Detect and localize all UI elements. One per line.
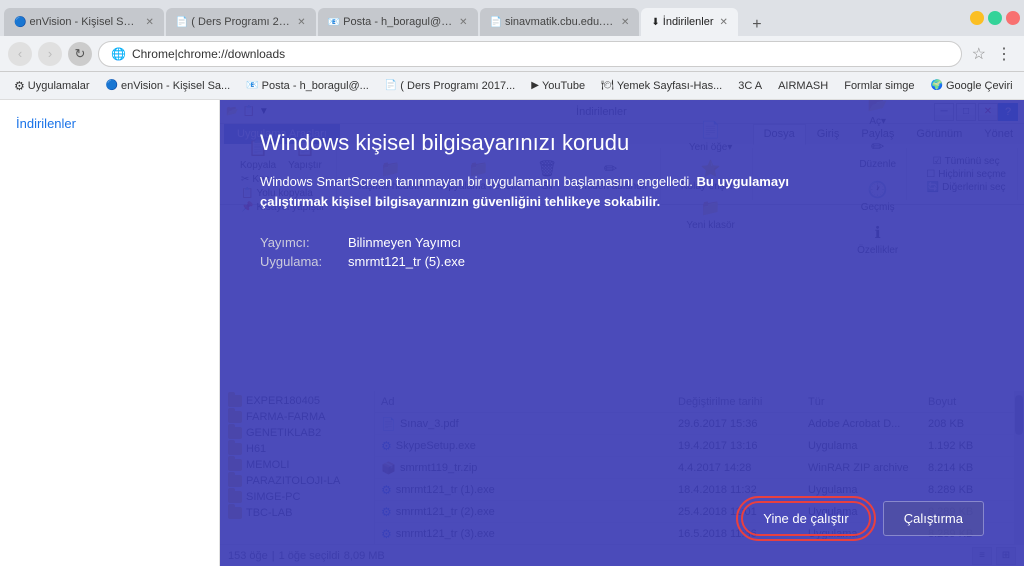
tab-indirilenler[interactable]: ⬇ İndirilenler ✕	[641, 8, 738, 36]
chrome-icon: 🌐	[111, 47, 126, 61]
tab-ders[interactable]: 📄 ( Ders Programı 2017-201... ✕	[166, 8, 316, 36]
bookmark-envision[interactable]: 🔵 enVision - Kişisel Sa...	[100, 78, 237, 94]
new-tab-button[interactable]: +	[744, 14, 770, 36]
downloads-title: İndirilenler	[0, 116, 219, 147]
publisher-row: Yayımcı: Bilinmeyen Yayımcı	[260, 235, 984, 250]
smartscreen-description: Windows SmartScreen tanınmayan bir uygul…	[260, 172, 840, 211]
bookmarks-bar: ⚙ Uygulamalar 🔵 enVision - Kişisel Sa...…	[0, 72, 1024, 100]
address-scheme: Chrome	[132, 47, 175, 61]
downloads-sidebar: İndirilenler	[0, 100, 220, 566]
dont-run-button[interactable]: Çalıştırma	[883, 501, 984, 536]
forward-button[interactable]: ›	[38, 42, 62, 66]
tab-sinavmatik[interactable]: 📄 sinavmatik.cbu.edu.tr/sin... ✕	[480, 8, 640, 36]
smartscreen-buttons: Yine de çalıştır Çalıştırma	[260, 501, 984, 536]
maximize-button[interactable]	[988, 11, 1002, 25]
tab-close-ders[interactable]: ✕	[297, 17, 305, 28]
run-anyway-button[interactable]: Yine de çalıştır	[741, 501, 871, 536]
publisher-label: Yayımcı:	[260, 235, 340, 250]
smartscreen-info: Yayımcı: Bilinmeyen Yayımcı Uygulama: sm…	[260, 235, 984, 273]
bookmark-apps[interactable]: ⚙ Uygulamalar	[8, 77, 96, 95]
address-path: chrome://downloads	[178, 47, 285, 61]
smartscreen-title: Windows kişisel bilgisayarınızı korudu	[260, 130, 984, 156]
app-value: smrmt121_tr (5).exe	[348, 254, 465, 269]
bookmark-star[interactable]: ☆	[972, 44, 986, 64]
page-content: İndirilenler 📂 📋 ▼ İndirilenler ─ □ ✕ ?	[0, 100, 1024, 566]
publisher-value: Bilinmeyen Yayımcı	[348, 235, 461, 250]
tab-close-indirilenler[interactable]: ✕	[720, 17, 728, 28]
address-input[interactable]: 🌐 Chrome | chrome://downloads	[98, 41, 962, 67]
bookmark-airmash[interactable]: AIRMASH	[772, 78, 834, 94]
browser-frame: 🔵 enVision - Kişisel Sayfam ✕ 📄 ( Ders P…	[0, 0, 1024, 566]
bookmark-ders[interactable]: 📄 ( Ders Programı 2017...	[379, 78, 521, 94]
address-bar: ‹ › ↻ 🌐 Chrome | chrome://downloads ☆ ⋮	[0, 36, 1024, 72]
app-label: Uygulama:	[260, 254, 340, 269]
back-button[interactable]: ‹	[8, 42, 32, 66]
bookmark-youtube[interactable]: ▶ YouTube	[525, 78, 591, 94]
bookmark-yemek[interactable]: 🍽 Yemek Sayfası-Has...	[595, 78, 728, 94]
tab-posta[interactable]: 📧 Posta - h_boragul@hotm... ✕	[318, 8, 478, 36]
main-area: 📂 📋 ▼ İndirilenler ─ □ ✕ ? Uygulama Araç…	[220, 100, 1024, 566]
smartscreen-overlay: Windows kişisel bilgisayarınızı korudu W…	[220, 100, 1024, 566]
bookmark-posta[interactable]: 📧 Posta - h_boragul@...	[240, 78, 375, 94]
minimize-button[interactable]	[970, 11, 984, 25]
title-bar: 🔵 enVision - Kişisel Sayfam ✕ 📄 ( Ders P…	[0, 0, 1024, 36]
menu-button[interactable]: ⋮	[992, 42, 1016, 66]
tab-close-posta[interactable]: ✕	[459, 17, 467, 28]
close-button[interactable]	[1006, 11, 1020, 25]
window-controls	[970, 11, 1020, 25]
tab-envision[interactable]: 🔵 enVision - Kişisel Sayfam ✕	[4, 8, 164, 36]
refresh-button[interactable]: ↻	[68, 42, 92, 66]
tab-close-sinavmatik[interactable]: ✕	[621, 17, 629, 28]
bookmark-3c[interactable]: 3C A	[732, 78, 768, 94]
tab-close-envision[interactable]: ✕	[145, 17, 153, 28]
bookmark-formlar[interactable]: Formlar simge	[838, 78, 920, 94]
bookmark-google-ceviri[interactable]: 🌍 Google Çeviri	[925, 78, 1019, 94]
app-row: Uygulama: smrmt121_tr (5).exe	[260, 254, 984, 269]
tabs-bar: 🔵 enVision - Kişisel Sayfam ✕ 📄 ( Ders P…	[4, 0, 962, 36]
